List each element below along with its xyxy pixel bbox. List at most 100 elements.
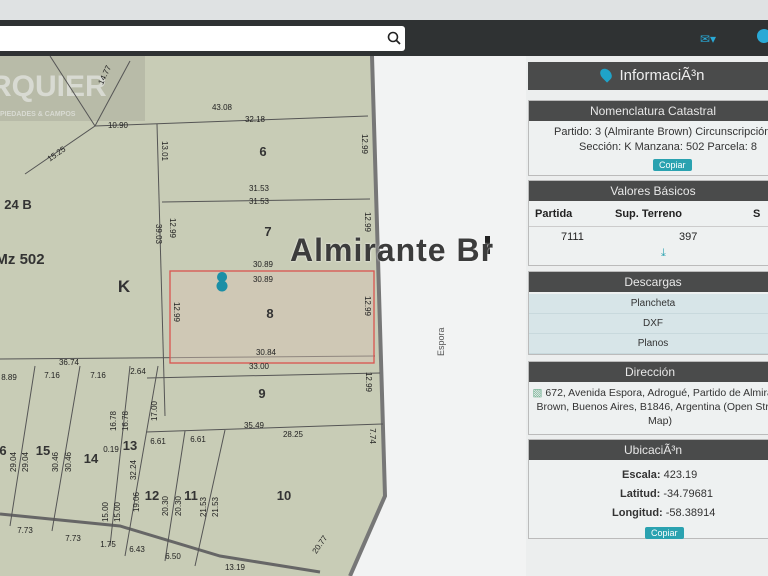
map-label: 31.53 bbox=[249, 197, 270, 206]
map-label: 1.75 bbox=[100, 540, 116, 549]
latitud-label: Latitud: bbox=[620, 488, 661, 500]
map-label: 7.74 bbox=[368, 428, 377, 444]
download-plancheta-link[interactable]: Plancheta bbox=[529, 294, 768, 314]
map-label: 20.30 bbox=[161, 495, 170, 516]
map-label: Mz 502 bbox=[0, 251, 45, 268]
map-label: 16.78 bbox=[109, 410, 118, 431]
map-label: 12.99 bbox=[360, 134, 369, 155]
map-label: 31.53 bbox=[249, 184, 270, 193]
direccion-section: Dirección ▧ 672, Avenida Espora, Adrogué… bbox=[528, 361, 768, 435]
search-input[interactable] bbox=[0, 26, 405, 51]
map-view[interactable]: RQUIER PIEDADES & CAMPOS 6 7 8 9 10 11 1… bbox=[0, 56, 526, 576]
copy-ubicacion-button[interactable]: Copiar bbox=[645, 527, 684, 539]
map-label: 7 bbox=[264, 224, 271, 239]
map-label: 12.99 bbox=[168, 218, 177, 239]
section-header: UbicaciÃ³n bbox=[529, 440, 768, 460]
map-label: 6 bbox=[0, 443, 7, 458]
nomenclatura-line2: Sección: K Manzana: 502 Parcela: 8 bbox=[579, 141, 757, 153]
map-label: 12.99 bbox=[172, 302, 181, 323]
map-label: 21.53 bbox=[199, 496, 208, 517]
map-label: 13.19 bbox=[225, 563, 246, 572]
section-header: Dirección bbox=[529, 362, 768, 382]
map-label: 35.49 bbox=[244, 421, 265, 430]
map-label: 14 bbox=[84, 451, 99, 466]
map-label: 6 bbox=[259, 144, 266, 159]
map-label: 10.90 bbox=[108, 121, 129, 130]
map-label: 30.84 bbox=[256, 348, 277, 357]
map-label: 39.03 bbox=[154, 224, 163, 245]
map-label: 33.00 bbox=[249, 362, 270, 371]
browser-strip bbox=[0, 0, 768, 20]
sup-terreno-value: 397 bbox=[679, 231, 698, 243]
map-label: 16.78 bbox=[121, 410, 130, 431]
map-label: 32.18 bbox=[245, 115, 266, 124]
map-label: 17.00 bbox=[150, 400, 159, 421]
location-pin-icon bbox=[216, 280, 228, 292]
column-header: Sup. Terreno bbox=[615, 207, 683, 220]
map-label: 12 bbox=[145, 488, 159, 503]
longitud-label: Longitud: bbox=[612, 507, 663, 519]
map-label: 32.24 bbox=[129, 459, 138, 480]
map-label: 19.06 bbox=[132, 491, 141, 512]
map-label: 20.30 bbox=[174, 495, 183, 516]
map-label: 2.64 bbox=[130, 367, 146, 376]
column-header: S bbox=[753, 207, 761, 220]
street-label: Almirante Br bbox=[290, 232, 495, 268]
map-label: 10 bbox=[277, 488, 291, 503]
map-label: K bbox=[118, 277, 131, 296]
map-icon: ▧ bbox=[532, 387, 543, 399]
nomenclatura-line1: Partido: 3 (Almirante Brown) Circunscrip… bbox=[554, 126, 768, 138]
map-label: 36.74 bbox=[59, 358, 80, 367]
map-label: 12.99 bbox=[363, 296, 372, 317]
map-label: 9 bbox=[258, 386, 265, 401]
map-label: 21.53 bbox=[211, 496, 220, 517]
map-label: 6.50 bbox=[165, 552, 181, 561]
latitud-value: -34.79681 bbox=[663, 488, 713, 500]
location-pin-icon bbox=[598, 66, 615, 83]
download-icon[interactable]: ⤓ bbox=[529, 247, 768, 260]
longitud-value: -58.38914 bbox=[665, 507, 716, 519]
download-dxf-link[interactable]: DXF bbox=[529, 314, 768, 334]
map-label: 30.46 bbox=[64, 451, 73, 472]
descargas-section: Descargas Plancheta DXF Planos bbox=[528, 271, 768, 355]
cadastral-map[interactable]: RQUIER PIEDADES & CAMPOS 6 7 8 9 10 11 1… bbox=[0, 56, 526, 576]
section-header: Valores Básicos bbox=[529, 181, 768, 201]
map-label: 7.73 bbox=[65, 534, 81, 543]
map-label: 12.99 bbox=[363, 212, 372, 233]
map-label: 7.73 bbox=[17, 526, 33, 535]
search-icon[interactable] bbox=[386, 30, 402, 46]
map-label: 6.43 bbox=[129, 545, 145, 554]
map-label: 13.01 bbox=[160, 141, 169, 162]
map-label: 29.04 bbox=[21, 451, 30, 472]
map-label: 15.00 bbox=[113, 501, 122, 522]
copy-nomenclatura-button[interactable]: Copiar bbox=[653, 159, 692, 171]
map-label: 8.89 bbox=[1, 373, 17, 382]
map-label: 30.89 bbox=[253, 260, 274, 269]
escala-label: Escala: bbox=[622, 469, 661, 481]
map-label: 6.61 bbox=[150, 437, 166, 446]
map-label: 43.08 bbox=[212, 103, 233, 112]
nomenclatura-section: Nomenclatura Catastral Partido: 3 (Almir… bbox=[528, 100, 768, 176]
cross-street-label: Espora bbox=[436, 327, 446, 356]
download-planos-link[interactable]: Planos bbox=[529, 334, 768, 354]
map-label: 30.89 bbox=[253, 275, 274, 284]
ubicacion-section: UbicaciÃ³n Escala: 423.19 Latitud: -34.7… bbox=[528, 439, 768, 539]
map-label: 6.61 bbox=[190, 435, 206, 444]
map-label: 13 bbox=[123, 438, 137, 453]
map-label: 7.16 bbox=[90, 371, 106, 380]
map-label: 30.46 bbox=[51, 451, 60, 472]
map-label: 11 bbox=[184, 488, 198, 503]
map-label: 0.19 bbox=[103, 445, 119, 454]
map-label: 28.25 bbox=[283, 430, 304, 439]
info-panel: InformaciÃ³n Nomenclatura Catastral Part… bbox=[526, 56, 768, 576]
map-label: 29.04 bbox=[9, 451, 18, 472]
section-header: Nomenclatura Catastral bbox=[529, 101, 768, 121]
mail-icon[interactable]: ✉▾ bbox=[700, 32, 716, 46]
map-label: 24 B bbox=[4, 197, 31, 212]
help-icon[interactable] bbox=[757, 29, 768, 43]
valores-section: Valores Básicos Partida Sup. Terreno S 7… bbox=[528, 180, 768, 266]
address-text: ▧ 672, Avenida Espora, Adrogué, Partido … bbox=[532, 387, 768, 427]
map-label: 7.16 bbox=[44, 371, 60, 380]
map-label: 15 bbox=[36, 443, 50, 458]
map-label: PIEDADES & CAMPOS bbox=[0, 111, 76, 118]
